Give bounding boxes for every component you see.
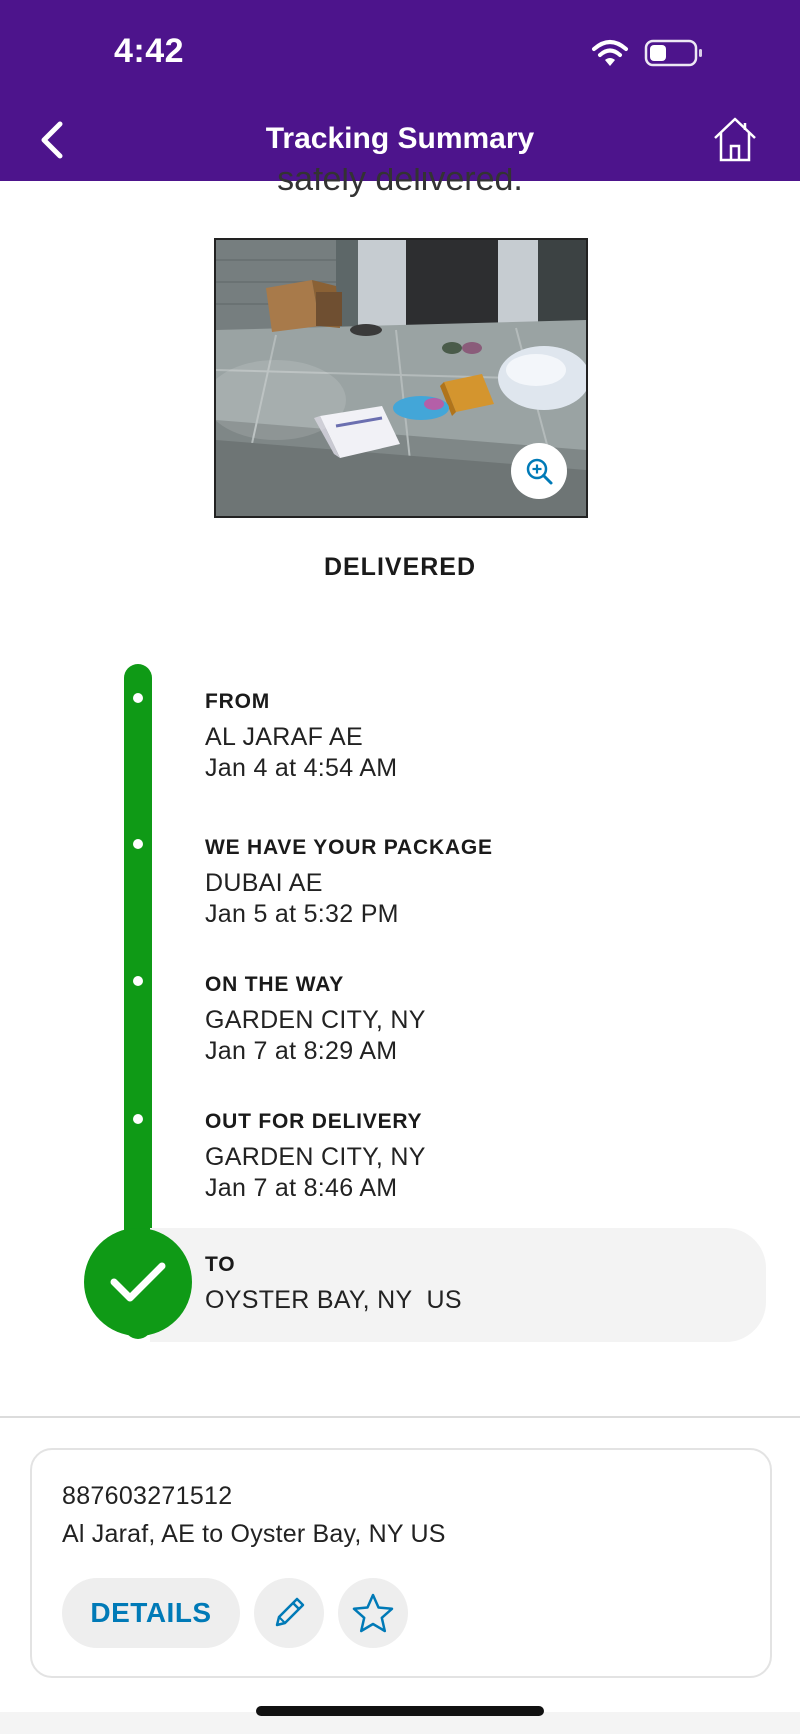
zoom-photo-button[interactable] [511,443,567,499]
event-title: TO [205,1253,236,1276]
checkmark-icon [110,1262,166,1302]
home-indicator[interactable] [256,1706,544,1716]
details-button[interactable]: DETAILS [62,1578,240,1648]
timeline-event-destination: TO OYSTER BAY, NY US [205,1253,725,1316]
home-button[interactable] [710,114,760,166]
delivered-checkmark [84,1228,192,1336]
timeline-dot [133,693,143,703]
event-time: Jan 7 at 8:29 AM [205,1037,398,1065]
timeline-event-picked-up: WE HAVE YOUR PACKAGE DUBAI AE Jan 5 at 5… [205,836,725,930]
event-location: GARDEN CITY, NY [205,1006,426,1034]
timeline-event-out-for-delivery: OUT FOR DELIVERY GARDEN CITY, NY Jan 7 a… [205,1110,725,1204]
timeline-dot [133,839,143,849]
star-icon [352,1593,394,1633]
favorite-button[interactable] [338,1578,408,1648]
timeline-event-on-the-way: ON THE WAY GARDEN CITY, NY Jan 7 at 8:29… [205,973,725,1067]
zoom-in-icon [526,458,553,485]
event-location: OYSTER BAY, NY US [205,1286,462,1314]
home-icon [714,117,756,162]
timeline-event-from: FROM AL JARAF AE Jan 4 at 4:54 AM [205,690,725,784]
battery-icon [644,39,702,67]
page-title: Tracking Summary [265,122,535,155]
event-title: ON THE WAY [205,973,345,996]
shipment-summary-card: 887603271512 Al Jaraf, AE to Oyster Bay,… [30,1448,772,1678]
delivery-message: safely delivered. [277,168,523,198]
app-header: 4:42 Tracking Summary [0,0,800,181]
timeline-dot [133,1114,143,1124]
section-divider [0,1416,800,1418]
event-location: GARDEN CITY, NY [205,1143,426,1171]
tracking-number: 887603271512 [62,1482,233,1510]
event-title: WE HAVE YOUR PACKAGE [205,836,493,859]
edit-button[interactable] [254,1578,324,1648]
timeline-dot [133,976,143,986]
pencil-icon [275,1597,305,1627]
event-time: Jan 5 at 5:32 PM [205,900,399,928]
event-title: FROM [205,690,271,713]
delivery-status: DELIVERED [323,553,477,581]
event-time: Jan 4 at 4:54 AM [205,754,398,782]
event-title: OUT FOR DELIVERY [205,1110,423,1133]
event-time: Jan 7 at 8:46 AM [205,1174,398,1202]
wifi-icon [592,40,628,66]
shipment-route: Al Jaraf, AE to Oyster Bay, NY US [62,1520,446,1548]
status-bar-time: 4:42 [114,32,185,70]
event-location: DUBAI AE [205,869,323,897]
event-location: AL JARAF AE [205,723,363,751]
